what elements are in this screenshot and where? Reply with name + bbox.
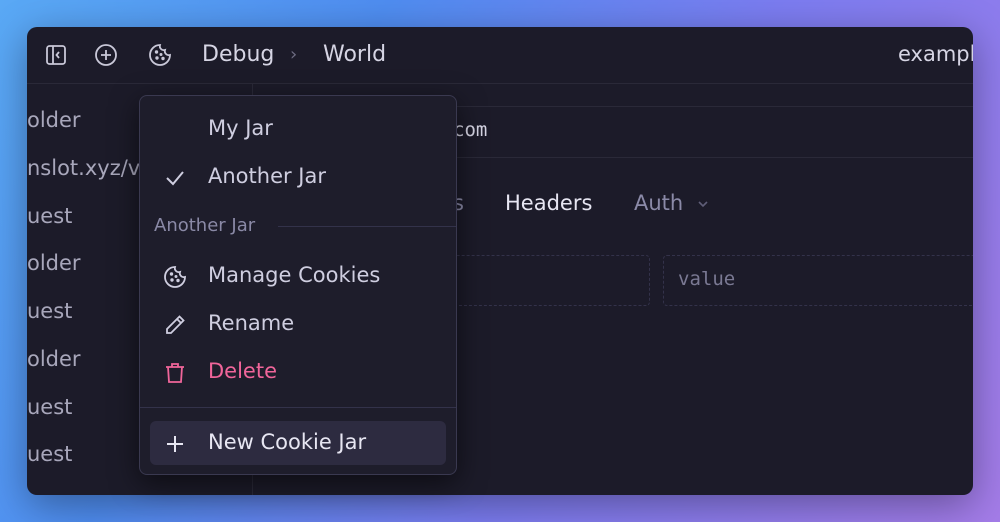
cookie-jar-menu: My Jar Another Jar Another Jar Manage Co… <box>139 95 457 475</box>
menu-item-label: Another Jar <box>208 164 326 188</box>
trash-icon <box>162 360 188 386</box>
menu-item-label: Rename <box>208 311 295 335</box>
pencil-icon <box>162 312 188 338</box>
header-value-placeholder: value <box>678 268 736 290</box>
title-bar: Debug › World exampl <box>27 27 973 84</box>
breadcrumb-separator: › <box>290 44 298 65</box>
delete-item[interactable]: Delete <box>140 350 456 394</box>
rename-item[interactable]: Rename <box>140 302 456 346</box>
sidebar-toggle-icon[interactable] <box>42 41 70 69</box>
menu-item-label: New Cookie Jar <box>208 430 367 454</box>
breadcrumb-request[interactable]: World <box>323 42 386 67</box>
chevron-down-icon <box>698 201 708 208</box>
menu-item-another-jar[interactable]: Another Jar <box>140 155 456 199</box>
menu-item-label: My Jar <box>208 116 273 140</box>
checkmark-icon <box>162 165 188 191</box>
tab-auth[interactable]: Auth <box>634 191 710 215</box>
manage-cookies-item[interactable]: Manage Cookies <box>140 254 456 298</box>
menu-item-label: Delete <box>208 359 277 383</box>
cookie-icon[interactable] <box>146 41 174 69</box>
plus-icon <box>162 431 188 457</box>
url-input[interactable]: com <box>453 119 487 141</box>
menu-section-label: Another Jar <box>154 215 256 236</box>
breadcrumb-workspace[interactable]: Debug <box>202 42 274 67</box>
add-circle-icon[interactable] <box>92 41 120 69</box>
menu-item-my-jar[interactable]: My Jar <box>140 107 456 151</box>
header-value-field[interactable]: value <box>663 255 973 306</box>
cookie-icon <box>162 264 188 290</box>
menu-item-label: Manage Cookies <box>208 263 381 287</box>
tab-headers[interactable]: Headers <box>505 191 592 215</box>
menu-divider <box>140 407 456 408</box>
tab-auth-label: Auth <box>634 191 684 215</box>
section-divider <box>278 226 456 227</box>
environment-selector[interactable]: exampl <box>898 42 973 66</box>
new-cookie-jar-button[interactable]: New Cookie Jar <box>150 421 446 465</box>
